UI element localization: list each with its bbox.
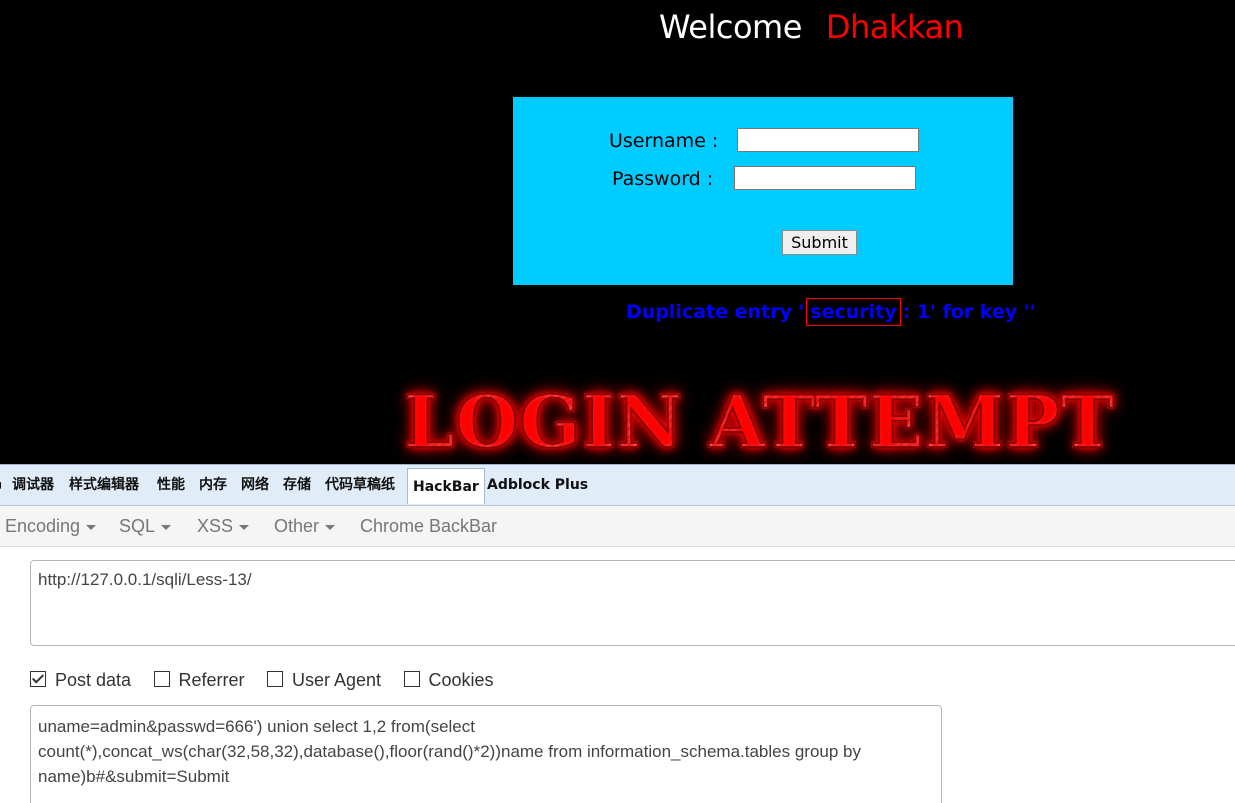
referrer-checkbox[interactable]: Referrer <box>153 669 245 691</box>
cookies-checkbox[interactable]: Cookies <box>403 669 494 691</box>
caret-down-icon <box>325 524 336 530</box>
tab-style-editor[interactable]: 样式编辑器 <box>69 469 139 502</box>
menu-other[interactable]: Other <box>274 506 336 546</box>
hackbar-options: Post data Referrer User Agent Cookies <box>30 669 512 691</box>
username-input[interactable] <box>737 128 919 152</box>
checkbox-checked-icon[interactable] <box>30 671 46 687</box>
hackbar-menubar: Encoding SQL XSS Other Chrome BackBar <box>0 506 1235 547</box>
menu-xss-label: XSS <box>197 516 234 536</box>
caret-down-icon <box>239 524 250 530</box>
url-textarea[interactable]: http://127.0.0.1/sqli/Less-13/ <box>30 560 1235 646</box>
menu-xss[interactable]: XSS <box>197 506 250 546</box>
error-prefix: Duplicate entry ' <box>626 301 805 323</box>
tab-memory[interactable]: 内存 <box>199 469 227 502</box>
password-label: Password : <box>612 168 714 190</box>
menu-other-label: Other <box>274 516 320 536</box>
menu-sql[interactable]: SQL <box>119 506 172 546</box>
menu-encoding[interactable]: Encoding <box>5 506 97 546</box>
checkbox-icon[interactable] <box>403 671 420 687</box>
tab-overflow[interactable]: ◂ <box>0 469 1 502</box>
checkbox-icon[interactable] <box>153 671 170 687</box>
post-data-label: Post data <box>55 670 132 690</box>
error-highlight-database: security <box>806 298 901 326</box>
cookies-label: Cookies <box>428 670 494 690</box>
welcome-username: Dhakkan <box>825 8 964 46</box>
tab-debugger[interactable]: 调试器 <box>12 469 54 502</box>
tab-scratchpad[interactable]: 代码草稿纸 <box>325 469 395 502</box>
post-data-textarea[interactable]: uname=admin&passwd=666') union select 1,… <box>30 705 942 803</box>
welcome-label: Welcome <box>659 8 802 46</box>
tab-adblock-plus[interactable]: Adblock Plus <box>487 469 588 502</box>
hackbar-panel: http://127.0.0.1/sqli/Less-13/ Post data… <box>0 547 1235 803</box>
web-page: Welcome Dhakkan Username : Password : Sub… <box>0 0 1235 464</box>
post-data-checkbox[interactable]: Post data <box>30 669 131 691</box>
devtools-tab-strip: ◂ 调试器 样式编辑器 性能 内存 网络 存储 代码草稿纸 HackBar Ad… <box>0 464 1235 506</box>
user-agent-checkbox[interactable]: User Agent <box>266 669 382 691</box>
tab-hackbar[interactable]: HackBar <box>407 468 485 504</box>
login-form: Username : Password : Submit <box>513 97 1013 285</box>
login-attempt-banner: LOGIN ATTEMPT <box>403 379 1116 464</box>
tab-storage[interactable]: 存储 <box>283 469 311 502</box>
caret-down-icon <box>161 524 172 530</box>
username-label: Username : <box>609 130 719 152</box>
menu-encoding-label: Encoding <box>5 516 81 536</box>
checkbox-icon[interactable] <box>266 671 283 687</box>
tab-network[interactable]: 网络 <box>241 469 269 502</box>
sql-error-message: Duplicate entry ' security: 1' for key '' <box>626 298 1035 326</box>
welcome-heading: Welcome Dhakkan <box>659 8 964 46</box>
menu-sql-label: SQL <box>119 516 156 536</box>
menu-chrome-backbar[interactable]: Chrome BackBar <box>360 506 497 546</box>
error-suffix: : 1' for key '' <box>902 301 1036 323</box>
submit-button[interactable]: Submit <box>782 230 857 255</box>
caret-down-icon <box>86 524 97 530</box>
password-input[interactable] <box>734 166 916 190</box>
user-agent-label: User Agent <box>291 670 382 690</box>
tab-performance[interactable]: 性能 <box>157 469 185 502</box>
referrer-label: Referrer <box>178 670 245 690</box>
